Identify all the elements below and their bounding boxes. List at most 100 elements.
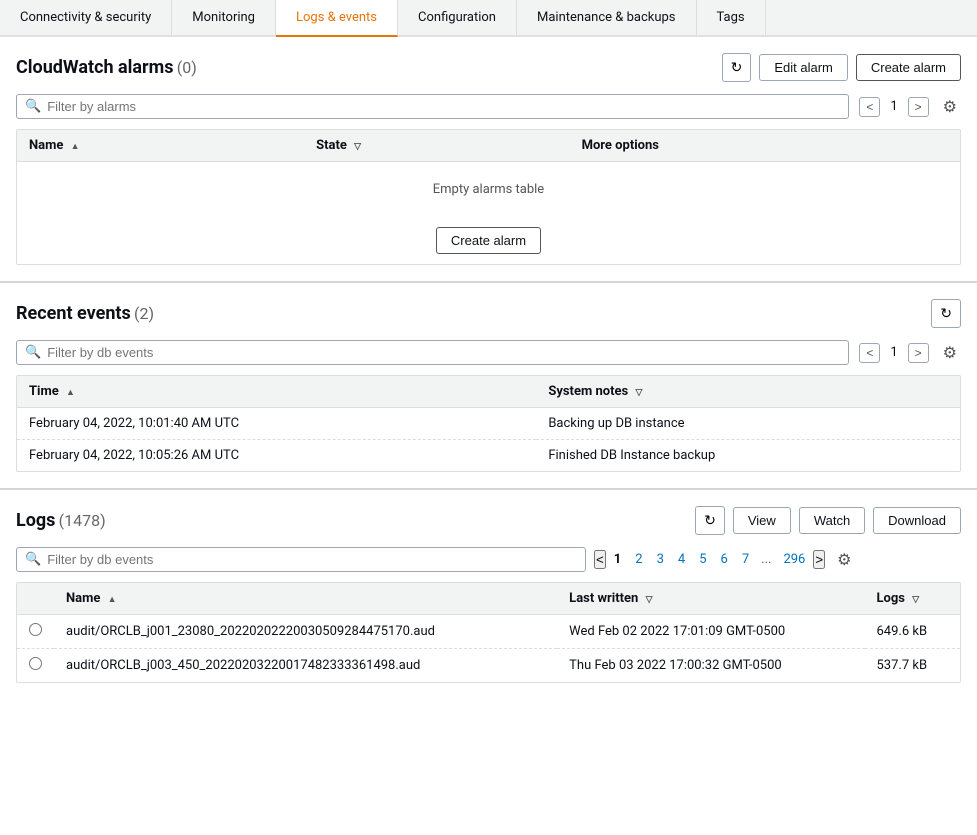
tab-tags[interactable]: Tags: [697, 0, 766, 37]
cloudwatch-search-bar[interactable]: 🔍: [16, 94, 849, 119]
cloudwatch-table-header-row: Name ▲ State ▽ More options: [17, 130, 960, 162]
logs-radio-1[interactable]: [17, 615, 54, 649]
cloudwatch-search-input[interactable]: [47, 99, 840, 114]
recent-events-search-bar[interactable]: 🔍: [16, 340, 849, 365]
log-written-1: Wed Feb 02 2022 17:01:09 GMT-0500: [557, 615, 864, 649]
recent-events-count: (2): [134, 304, 154, 323]
cloudwatch-actions: ↻ Edit alarm Create alarm: [722, 53, 961, 82]
recent-events-header-row: Time ▲ System notes ▽: [17, 376, 960, 408]
cloudwatch-empty-row: Empty alarms table: [17, 162, 960, 218]
logs-page-7[interactable]: 7: [736, 550, 755, 569]
log-select-radio-2[interactable]: [29, 657, 42, 670]
logs-section: Logs (1478) ↻ View Watch Download 🔍 < 1 …: [0, 490, 977, 699]
event-time-2: February 04, 2022, 10:05:26 AM UTC: [17, 440, 536, 472]
cloudwatch-empty-create-button[interactable]: Create alarm: [436, 227, 541, 254]
recent-events-title-group: Recent events (2): [16, 303, 154, 324]
cloudwatch-refresh-button[interactable]: ↻: [722, 53, 752, 82]
recent-events-pagination: < 1 >: [859, 343, 928, 363]
logs-page-dots: ...: [757, 550, 775, 569]
recent-events-settings-button[interactable]: ⚙: [939, 341, 961, 365]
log-select-radio-1[interactable]: [29, 623, 42, 636]
table-row: audit/ORCLB_j001_23080_20220202220030509…: [17, 615, 960, 649]
cloudwatch-filter-row: 🔍 < 1 > ⚙: [16, 94, 961, 119]
cloudwatch-empty-text: Empty alarms table: [17, 162, 960, 218]
cloudwatch-prev-page[interactable]: <: [859, 97, 880, 117]
notes-sort-icon: ▽: [635, 388, 642, 398]
logs-actions: ↻ View Watch Download: [695, 506, 961, 535]
recent-events-page-num: 1: [884, 343, 903, 362]
recent-events-section: Recent events (2) ↻ 🔍 < 1 > ⚙ Time ▲: [0, 283, 977, 490]
tab-connectivity[interactable]: Connectivity & security: [0, 0, 172, 37]
logs-page-1[interactable]: 1: [608, 550, 627, 569]
create-alarm-button[interactable]: Create alarm: [856, 54, 961, 81]
tab-logs-events[interactable]: Logs & events: [276, 0, 398, 37]
logs-search-icon: 🔍: [25, 552, 41, 567]
logs-search-input[interactable]: [47, 552, 577, 567]
tab-maintenance[interactable]: Maintenance & backups: [517, 0, 697, 37]
cloudwatch-name-sort-icon: ▲: [71, 141, 80, 152]
log-name-2: audit/ORCLB_j003_450_2022020322001748233…: [54, 649, 557, 683]
recent-events-actions: ↻: [931, 299, 961, 328]
logs-page-5[interactable]: 5: [693, 550, 712, 569]
log-written-2: Thu Feb 03 2022 17:00:32 GMT-0500: [557, 649, 864, 683]
logs-title-text: Logs: [16, 510, 55, 531]
logs-view-button[interactable]: View: [733, 507, 791, 534]
logs-table-container: Name ▲ Last written ▽ Logs ▽: [16, 582, 961, 683]
cloudwatch-title-text: CloudWatch alarms: [16, 57, 174, 78]
log-size-2: 537.7 kB: [865, 649, 961, 683]
recent-events-refresh-button[interactable]: ↻: [931, 299, 961, 328]
logs-header-row: Name ▲ Last written ▽ Logs ▽: [17, 583, 960, 615]
logs-page-2[interactable]: 2: [629, 550, 648, 569]
logs-title-group: Logs (1478): [16, 510, 106, 531]
logs-watch-button[interactable]: Watch: [799, 507, 865, 534]
logs-col-size: Logs ▽: [865, 583, 961, 615]
tab-configuration[interactable]: Configuration: [398, 0, 517, 37]
cloudwatch-next-page[interactable]: >: [908, 97, 929, 117]
log-name-1: audit/ORCLB_j001_23080_20220202220030509…: [54, 615, 557, 649]
recent-events-title-text: Recent events: [16, 303, 131, 324]
logs-page-6[interactable]: 6: [715, 550, 734, 569]
logs-next-page[interactable]: >: [813, 550, 825, 569]
time-sort-icon: ▲: [66, 387, 75, 398]
table-row: audit/ORCLB_j003_450_2022020322001748233…: [17, 649, 960, 683]
logs-download-button[interactable]: Download: [873, 507, 961, 534]
recent-events-header: Recent events (2) ↻: [16, 299, 961, 328]
logs-count: (1478): [59, 511, 106, 530]
cloudwatch-pagination: < 1 >: [859, 97, 928, 117]
logs-page-4[interactable]: 4: [672, 550, 691, 569]
event-note-1: Backing up DB instance: [536, 408, 960, 440]
logs-refresh-button[interactable]: ↻: [695, 506, 725, 535]
logs-radio-2[interactable]: [17, 649, 54, 683]
logs-header: Logs (1478) ↻ View Watch Download: [16, 506, 961, 535]
cloudwatch-state-sort-icon: ▽: [354, 142, 361, 152]
cloudwatch-empty-actions: Create alarm: [17, 217, 960, 264]
cloudwatch-settings-button[interactable]: ⚙: [939, 95, 961, 119]
cloudwatch-search-icon: 🔍: [25, 99, 41, 114]
recent-events-table: Time ▲ System notes ▽ February 04, 2022,…: [17, 376, 960, 471]
recent-events-next-page[interactable]: >: [908, 343, 929, 363]
logs-written-sort-icon: ▽: [646, 595, 653, 605]
cloudwatch-title: CloudWatch alarms (0): [16, 57, 197, 78]
recent-events-table-container: Time ▲ System notes ▽ February 04, 2022,…: [16, 375, 961, 472]
edit-alarm-button[interactable]: Edit alarm: [759, 54, 848, 81]
logs-page-3[interactable]: 3: [651, 550, 670, 569]
cloudwatch-col-name: Name ▲: [17, 130, 304, 162]
logs-settings-button[interactable]: ⚙: [833, 548, 855, 572]
log-size-1: 649.6 kB: [865, 615, 961, 649]
logs-search-bar[interactable]: 🔍: [16, 547, 586, 572]
recent-events-col-time: Time ▲: [17, 376, 536, 408]
recent-events-search-input[interactable]: [47, 345, 840, 360]
tab-monitoring[interactable]: Monitoring: [172, 0, 276, 37]
table-row: February 04, 2022, 10:05:26 AM UTC Finis…: [17, 440, 960, 472]
cloudwatch-col-more: More options: [570, 130, 960, 162]
logs-prev-page[interactable]: <: [594, 550, 606, 569]
cloudwatch-col-state: State ▽: [304, 130, 569, 162]
cloudwatch-alarms-section: CloudWatch alarms (0) ↻ Edit alarm Creat…: [0, 37, 977, 283]
logs-page-last[interactable]: 296: [777, 550, 811, 569]
cloudwatch-page-num: 1: [884, 97, 903, 116]
tabs-bar: Connectivity & security Monitoring Logs …: [0, 0, 977, 37]
recent-events-col-notes: System notes ▽: [536, 376, 960, 408]
event-time-1: February 04, 2022, 10:01:40 AM UTC: [17, 408, 536, 440]
logs-filter-row: 🔍 < 1 2 3 4 5 6 7 ... 296 > ⚙: [16, 547, 961, 572]
recent-events-prev-page[interactable]: <: [859, 343, 880, 363]
